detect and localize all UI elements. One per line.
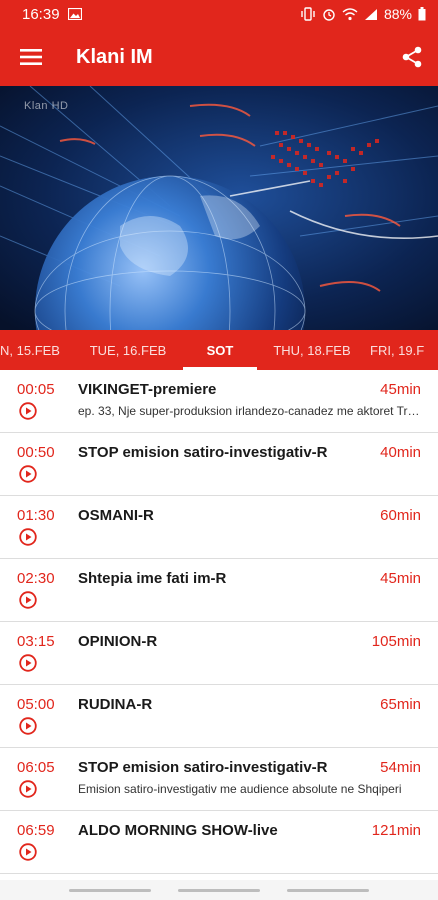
share-button[interactable] <box>386 28 438 86</box>
nav-back-button[interactable] <box>286 888 369 892</box>
app-title: Klani IM <box>76 45 153 68</box>
video-player[interactable]: Klan HD <box>0 86 438 330</box>
program-title: STOP emision satiro-investigativ-R <box>78 759 328 776</box>
gallery-icon <box>67 8 82 20</box>
battery-percent: 88% <box>383 6 412 22</box>
program-time: 05:00 <box>17 696 55 713</box>
play-icon[interactable] <box>19 843 37 861</box>
schedule-row[interactable]: 00:05 VIKINGET-premiere 45min ep. 33, Nj… <box>0 370 438 433</box>
app-bar: Klani IM <box>0 28 438 86</box>
nav-home-button[interactable] <box>177 888 260 892</box>
schedule-row[interactable]: 05:00 RUDINA-R 65min <box>0 685 438 748</box>
program-duration: 60min <box>380 507 421 524</box>
schedule-row[interactable]: 03:15 OPINION-R 105min <box>0 622 438 685</box>
program-time: 03:15 <box>17 633 55 650</box>
program-time: 01:30 <box>17 507 55 524</box>
channel-logo: Klan HD <box>24 100 69 112</box>
alarm-icon <box>323 9 335 21</box>
date-tabs: N, 15.FEB TUE, 16.FEB SOT THU, 18.FEB FR… <box>0 330 438 370</box>
play-icon[interactable] <box>19 717 37 735</box>
status-bar: 16:39 88% <box>0 0 438 28</box>
schedule-row[interactable]: 00:50 STOP emision satiro-investigativ-R… <box>0 433 438 496</box>
share-icon <box>402 46 422 68</box>
program-time: 06:59 <box>17 822 55 839</box>
program-duration: 105min <box>371 633 421 650</box>
program-duration: 54min <box>380 759 421 776</box>
program-duration: 121min <box>371 822 421 839</box>
hero-graphic <box>0 86 438 330</box>
tab-mon[interactable]: N, 15.FEB <box>0 330 68 370</box>
play-icon[interactable] <box>19 591 37 609</box>
program-duration: 65min <box>380 696 421 713</box>
vibrate-icon <box>301 7 315 21</box>
tab-thu[interactable]: THU, 18.FEB <box>260 330 364 370</box>
program-time: 00:50 <box>17 444 55 461</box>
program-title: STOP emision satiro-investigativ-R <box>78 444 328 461</box>
program-title: OSMANI-R <box>78 507 154 524</box>
play-icon[interactable] <box>19 654 37 672</box>
program-duration: 45min <box>380 381 421 398</box>
schedule-row[interactable]: 01:30 OSMANI-R 60min <box>0 496 438 559</box>
system-nav-bar <box>0 880 438 900</box>
program-title: ALDO MORNING SHOW-live <box>78 822 278 839</box>
nav-recents-button[interactable] <box>69 888 152 892</box>
play-icon[interactable] <box>19 465 37 483</box>
program-title: RUDINA-R <box>78 696 153 713</box>
program-duration: 40min <box>380 444 421 461</box>
wifi-icon <box>342 7 358 20</box>
schedule-row[interactable]: 06:05 STOP emision satiro-investigativ-R… <box>0 748 438 811</box>
signal-icon <box>364 8 377 20</box>
play-icon[interactable] <box>19 402 37 420</box>
tab-tue[interactable]: TUE, 16.FEB <box>76 330 180 370</box>
schedule-row[interactable]: 02:30 Shtepia ime fati im-R 45min <box>0 559 438 622</box>
program-time: 00:05 <box>17 381 55 398</box>
program-title: OPINION-R <box>78 633 158 650</box>
schedule-list: 00:05 VIKINGET-premiere 45min ep. 33, Nj… <box>0 370 438 874</box>
program-title: VIKINGET-premiere <box>78 381 217 398</box>
program-time: 02:30 <box>17 570 55 587</box>
battery-icon <box>418 7 426 21</box>
tab-today[interactable]: SOT <box>183 330 257 370</box>
hamburger-icon <box>20 49 42 65</box>
program-title: Shtepia ime fati im-R <box>78 570 227 587</box>
schedule-row[interactable]: 06:59 ALDO MORNING SHOW-live 121min <box>0 811 438 874</box>
status-time: 16:39 <box>22 5 60 23</box>
menu-button[interactable] <box>0 28 62 86</box>
program-description: ep. 33, Nje super-produksion irlandezo-c… <box>78 404 422 418</box>
program-description: Emision satiro-investigativ me audience … <box>78 782 402 796</box>
program-duration: 45min <box>380 570 421 587</box>
play-icon[interactable] <box>19 780 37 798</box>
tab-fri[interactable]: FRI, 19.F <box>370 330 438 370</box>
program-time: 06:05 <box>17 759 55 776</box>
play-icon[interactable] <box>19 528 37 546</box>
